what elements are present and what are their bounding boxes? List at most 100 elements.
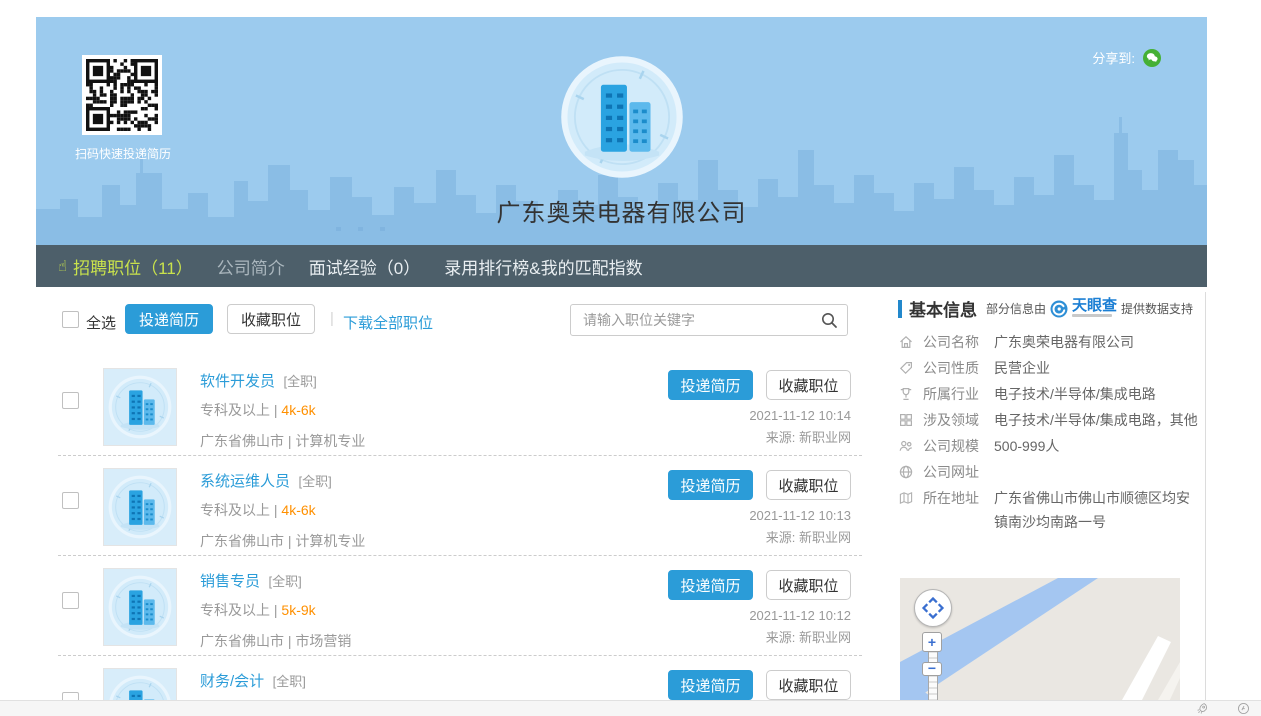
field-label: 公司网址 [923,460,985,484]
job-apply-button[interactable]: 投递简历 [668,670,753,700]
company-info-fields: 公司名称 广东奥荣电器有限公司 公司性质 民营企业 所属行业 电子技术/半导体/… [898,330,1210,536]
job-favorite-button[interactable]: 收藏职位 [766,470,851,500]
select-all-checkbox[interactable] [62,311,79,328]
job-row: 软件开发员 [全职] 专科及以上 | 4k-6k 广东省佛山市 | 计算机专业 … [36,360,866,460]
tab-company-profile[interactable]: 公司简介 [217,254,285,279]
job-select-checkbox[interactable] [62,492,79,509]
info-field-row: 所属行业 电子技术/半导体/集成电路 [898,382,1210,406]
job-source: 来源: 新职业网 [766,427,851,446]
job-education-salary: 专科及以上 | 5k-9k [200,600,351,620]
field-value: 民营企业 [994,356,1200,380]
job-location: 广东省佛山市 | 计算机专业 [200,531,365,551]
job-location: 广东省佛山市 | 市场营销 [200,631,351,651]
job-favorite-button[interactable]: 收藏职位 [766,670,851,700]
search-icon[interactable] [820,311,838,329]
job-salary: 5k-9k [281,602,315,618]
map-pan-control[interactable] [914,589,952,627]
job-title-link[interactable]: 软件开发员 [200,373,275,390]
job-company-logo [103,468,177,546]
toolbar-divider: | [330,310,334,327]
company-logo [560,55,684,179]
info-field-row: 公司网址 [898,460,1210,484]
grid-icon [898,412,914,428]
section-tabs-bar: ☝ 招聘职位（11） 公司简介 面试经验（0） 录用排行榜&我的匹配指数 [36,245,1207,287]
tianyancha-logo-icon [1050,300,1068,318]
tab-ranking-match[interactable]: 录用排行榜&我的匹配指数 [444,254,642,279]
map-icon [898,490,914,506]
info-field-row: 公司规模 500-999人 [898,434,1210,458]
job-title-link[interactable]: 销售专员 [200,573,260,590]
share-label: 分享到: [1092,48,1135,67]
row-separator [58,555,862,556]
job-apply-button[interactable]: 投递简历 [668,370,753,400]
badge-icon[interactable] [1237,702,1250,715]
field-label: 公司规模 [923,434,985,458]
basic-info-title: 基本信息 [909,296,977,321]
field-value: 广东省佛山市佛山市顺德区均安镇南沙均南路一号 [994,486,1200,534]
rocket-icon[interactable] [1196,702,1209,715]
company-banner: 扫码快速投递简历 广东奥荣电器有限公司 分享到: [36,17,1207,245]
job-apply-button[interactable]: 投递简历 [668,570,753,600]
row-separator [58,655,862,656]
industry-icon [898,386,914,402]
job-favorite-button[interactable]: 收藏职位 [766,570,851,600]
job-type-label: [全职] [273,674,306,689]
select-all-label: 全选 [86,312,116,333]
tag-icon [898,360,914,376]
row-separator [58,455,862,456]
info-field-row: 公司名称 广东奥荣电器有限公司 [898,330,1210,354]
attribution-prefix: 部分信息由 [986,300,1046,317]
hand-pointer-icon: ☝ [58,259,67,274]
job-title-link[interactable]: 系统运维人员 [200,473,290,490]
tianyancha-brand: 天眼查 [1072,300,1117,317]
field-label: 所在地址 [923,486,985,510]
map-zoom-in-button[interactable]: + [922,632,942,652]
job-search-input[interactable] [570,304,848,336]
job-salary: 4k-6k [281,502,315,518]
job-post-date: 2021-11-12 10:14 [749,408,851,423]
field-label: 公司名称 [923,330,985,354]
job-salary: 4k-6k [281,402,315,418]
field-value: 广东奥荣电器有限公司 [994,330,1200,354]
tab-jobs[interactable]: ☝ 招聘职位（11） [58,254,193,279]
job-source: 来源: 新职业网 [766,627,851,646]
job-row: 系统运维人员 [全职] 专科及以上 | 4k-6k 广东省佛山市 | 计算机专业… [36,460,866,560]
job-apply-button[interactable]: 投递简历 [668,470,753,500]
job-select-checkbox[interactable] [62,592,79,609]
apply-selected-button[interactable]: 投递简历 [125,304,213,334]
resume-qr-code [82,55,162,135]
job-post-date: 2021-11-12 10:13 [749,508,851,523]
map-zoom-out-button[interactable]: − [922,662,942,676]
wechat-share-icon[interactable] [1143,49,1161,67]
attribution-suffix: 提供数据支持 [1121,300,1193,317]
tab-interview-experience[interactable]: 面试经验（0） [309,254,420,279]
info-field-row: 所在地址 广东省佛山市佛山市顺德区均安镇南沙均南路一号 [898,486,1210,534]
qr-caption: 扫码快速投递简历 [74,145,172,162]
job-favorite-button[interactable]: 收藏职位 [766,370,851,400]
field-label: 涉及领域 [923,408,985,432]
job-education-salary: 专科及以上 | 4k-6k [200,400,365,420]
job-location: 广东省佛山市 | 计算机专业 [200,431,365,451]
footer-strip [0,700,1261,716]
company-recruitment-page: 扫码快速投递简历 广东奥荣电器有限公司 分享到: ☝ [0,0,1261,716]
header-accent-bar [898,300,902,318]
job-education-salary: 专科及以上 | 4k-6k [200,500,365,520]
download-all-jobs-link[interactable]: 下载全部职位 [343,312,433,333]
people-icon [898,438,914,454]
job-type-label: [全职] [283,374,316,389]
job-select-checkbox[interactable] [62,392,79,409]
favorite-selected-button[interactable]: 收藏职位 [227,304,315,334]
info-field-row: 公司性质 民营企业 [898,356,1210,380]
job-post-date: 2021-11-12 10:12 [749,608,851,623]
content-right-divider [1205,292,1206,700]
job-title-link[interactable]: 财务/会计 [200,673,264,690]
field-value: 电子技术/半导体/集成电路，其他 [994,408,1200,432]
job-company-logo [103,368,177,446]
company-name-title: 广东奥荣电器有限公司 [36,193,1207,228]
basic-info-header: 基本信息 部分信息由 天眼查 提供数据支持 [898,296,1193,321]
company-location-map[interactable]: + − [900,578,1180,700]
field-value: 500-999人 [994,434,1200,458]
globe-icon [898,464,914,480]
job-type-label: [全职] [268,574,301,589]
home-icon [898,334,914,350]
